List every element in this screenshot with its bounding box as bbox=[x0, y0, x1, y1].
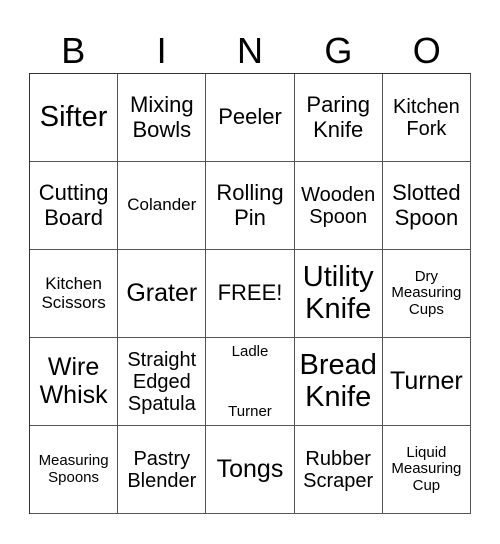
bingo-cell[interactable]: Kitchen Scissors bbox=[30, 250, 119, 338]
header-letter-i: I bbox=[156, 30, 167, 71]
bingo-grid: Sifter Mixing Bowls Peeler Paring Knife Kitc… bbox=[29, 73, 471, 514]
cell-label: Kitchen Scissors bbox=[41, 273, 106, 312]
cell-label: Mixing Bowls bbox=[130, 92, 194, 142]
header-letter-o: O bbox=[412, 30, 441, 71]
cell-label: Grater bbox=[126, 278, 198, 307]
cell-label: Bread Knife bbox=[299, 348, 377, 413]
bingo-cell[interactable]: Straight Edged Spatula bbox=[118, 338, 207, 426]
cell-label: Turner bbox=[390, 366, 463, 395]
bingo-cell[interactable]: Dry Measuring Cups bbox=[382, 250, 471, 338]
bingo-cell[interactable]: Wire Whisk bbox=[30, 338, 119, 426]
cell-label: Dry Measuring Cups bbox=[391, 267, 462, 318]
cell-label: Colander bbox=[127, 195, 197, 215]
free-space-cell[interactable]: FREE! bbox=[206, 250, 295, 338]
bingo-cell[interactable]: Paring Knife bbox=[294, 74, 383, 162]
bingo-header: B I N G O bbox=[29, 28, 471, 73]
bingo-cell[interactable]: Utility Knife bbox=[294, 250, 383, 338]
header-letter-n: N bbox=[236, 30, 263, 71]
bingo-cell[interactable]: Measuring Spoons bbox=[30, 426, 119, 514]
bingo-cell[interactable]: Peeler bbox=[206, 74, 295, 162]
cell-label: Slotted Spoon bbox=[392, 180, 461, 230]
cell-label: Rolling Pin bbox=[216, 180, 284, 230]
bingo-cell[interactable]: Wooden Spoon bbox=[294, 162, 383, 250]
cell-label: Tongs bbox=[216, 454, 284, 483]
bingo-cell[interactable]: Rubber Scraper bbox=[294, 426, 383, 514]
cell-label-top: Ladle bbox=[231, 343, 269, 360]
header-letter-g: G bbox=[324, 30, 353, 71]
cell-label: Pastry Blender bbox=[127, 447, 197, 492]
bingo-cell[interactable]: Rolling Pin bbox=[206, 162, 295, 250]
cell-label: Straight Edged Spatula bbox=[127, 348, 197, 415]
bingo-cell[interactable]: Pastry Blender bbox=[118, 426, 207, 514]
cell-label: Rubber Scraper bbox=[303, 447, 374, 492]
bingo-cell[interactable]: Slotted Spoon bbox=[382, 162, 471, 250]
bingo-cell[interactable]: Kitchen Fork bbox=[382, 74, 471, 162]
bingo-cell[interactable]: Grater bbox=[118, 250, 207, 338]
bingo-cell[interactable]: Colander bbox=[118, 162, 207, 250]
bingo-cell[interactable]: Turner bbox=[382, 338, 471, 426]
cell-label: Wooden Spoon bbox=[301, 183, 376, 228]
cell-label: Peeler bbox=[218, 104, 282, 130]
cell-label-bottom: Turner bbox=[228, 402, 272, 420]
cell-label: Paring Knife bbox=[306, 92, 370, 142]
cell-label: Utility Knife bbox=[302, 260, 374, 325]
bingo-cell[interactable]: Liquid Measuring Cup bbox=[382, 426, 471, 514]
bingo-cell[interactable]: Cutting Board bbox=[30, 162, 119, 250]
header-letter-b: B bbox=[61, 30, 86, 71]
cell-label: FREE! bbox=[217, 280, 283, 306]
cell-label: Liquid Measuring Cup bbox=[391, 443, 462, 494]
bingo-cell[interactable]: Mixing Bowls bbox=[118, 74, 207, 162]
bingo-cell[interactable]: Ladle Turner bbox=[206, 338, 295, 426]
cell-label: Sifter bbox=[39, 100, 108, 133]
cell-label: Cutting Board bbox=[38, 180, 109, 230]
bingo-cell[interactable]: Sifter bbox=[30, 74, 119, 162]
bingo-cell[interactable]: Tongs bbox=[206, 426, 295, 514]
cell-label: Wire Whisk bbox=[39, 353, 108, 409]
bingo-cell[interactable]: Bread Knife bbox=[294, 338, 383, 426]
cell-label: Measuring Spoons bbox=[38, 452, 109, 486]
cell-label: Kitchen Fork bbox=[393, 95, 460, 140]
